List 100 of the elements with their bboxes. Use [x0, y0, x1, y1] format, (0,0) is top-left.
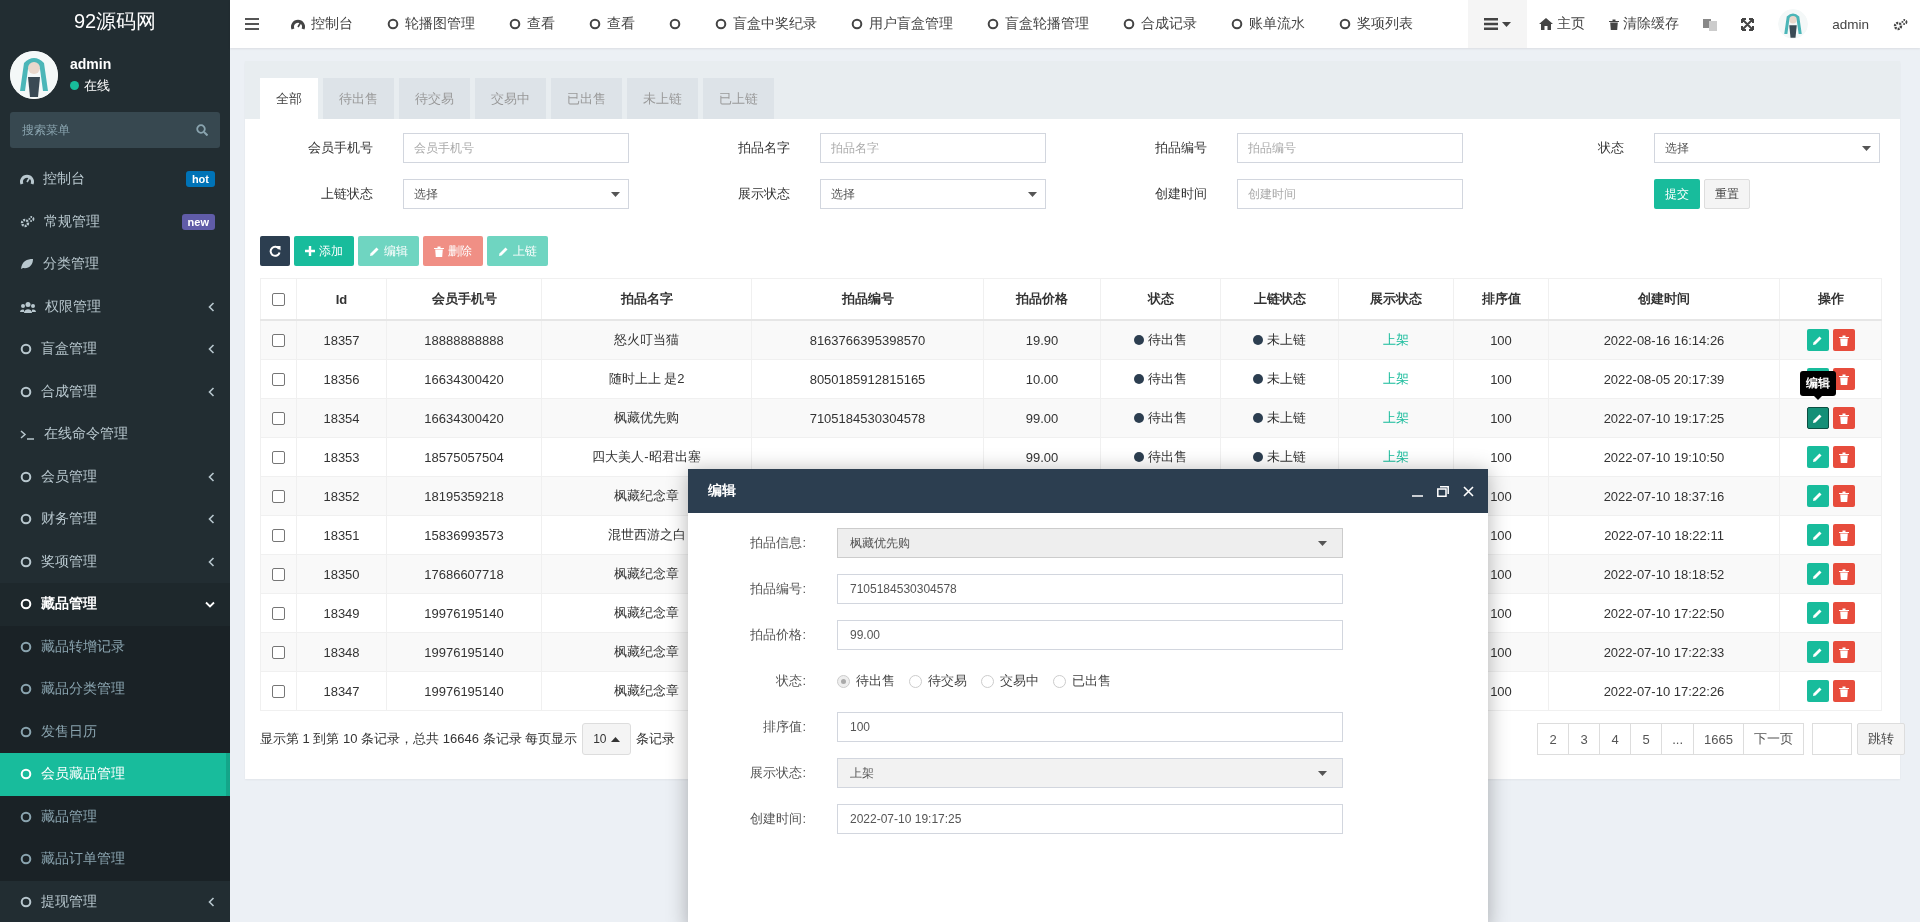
column-header: 会员手机号: [431, 290, 497, 308]
field-label: 拍品信息:: [749, 534, 806, 552]
nav-tab[interactable]: 查看: [492, 0, 572, 48]
table-cell: 18356: [323, 371, 360, 387]
menu-item[interactable]: 盲盒管理: [0, 328, 230, 371]
radio-label: 交易中: [1000, 672, 1039, 690]
toolbar-button[interactable]: 主页: [1527, 0, 1598, 48]
badge: new: [181, 213, 215, 230]
nav-tab[interactable]: 控制台: [274, 0, 370, 48]
radio-label: 待交易: [928, 672, 967, 690]
page-button[interactable]: 2: [1537, 723, 1570, 755]
page-button[interactable]: 5: [1630, 723, 1663, 755]
page-button[interactable]: 3: [1568, 723, 1601, 755]
submenu-item[interactable]: 发售日历: [0, 710, 230, 753]
filter-tab[interactable]: 全部: [260, 78, 318, 119]
table-cell: 18357: [323, 332, 360, 348]
table-cell: 18354: [323, 410, 360, 426]
table-cell: 100: [1490, 527, 1512, 543]
menu-item[interactable]: 权限管理: [0, 285, 230, 328]
toolbar-button[interactable]: 清除缓存: [1597, 0, 1692, 48]
select-field[interactable]: 选择: [403, 179, 629, 209]
radio-label: 待出售: [856, 672, 895, 690]
jump-button[interactable]: 跳转: [1857, 723, 1905, 755]
field-label: 拍品价格:: [749, 626, 806, 644]
display-status: 上架: [1383, 370, 1409, 388]
menu-item[interactable]: 合成管理: [0, 370, 230, 413]
select-field[interactable]: 选择: [1654, 133, 1880, 163]
menu-item[interactable]: 控制台 hot: [0, 158, 230, 201]
table-cell: 2022-07-10 19:17:25: [1603, 410, 1725, 426]
submenu-item[interactable]: 藏品管理: [0, 795, 230, 838]
field-label: 展示状态: [737, 185, 790, 203]
menu-item[interactable]: 分类管理: [0, 243, 230, 286]
select-field[interactable]: 选择: [820, 179, 1046, 209]
menu-item[interactable]: 藏品管理: [0, 583, 230, 626]
display-status: 上架: [1383, 331, 1409, 349]
table-cell: 7105184530304578: [809, 410, 926, 426]
table-cell: 19976195140: [424, 644, 504, 660]
form-button[interactable]: 重置: [1704, 179, 1750, 209]
menu-item[interactable]: 常规管理 new: [0, 200, 230, 243]
table-cell: 混世西游之白: [607, 526, 686, 544]
table-cell: 2022-08-05 20:17:39: [1603, 371, 1725, 387]
column-header: 操作: [1817, 290, 1844, 308]
menu-item[interactable]: 提现管理: [0, 880, 230, 922]
nav-tab[interactable]: 轮播图管理: [370, 0, 492, 48]
pagination-suffix: 条记录: [636, 730, 676, 748]
table-cell: 8163766395398570: [809, 332, 926, 348]
input-field[interactable]: 拍品名字: [820, 133, 1046, 163]
nav-tab[interactable]: 查看: [572, 0, 652, 48]
toolbar-button[interactable]: admin: [1766, 0, 1881, 48]
page-button[interactable]: 1665: [1693, 723, 1744, 755]
table-cell: 18351: [323, 527, 360, 543]
page-button[interactable]: 下一页: [1743, 723, 1804, 755]
nav-tab[interactable]: 用户盲盒管理: [834, 0, 970, 48]
search-field[interactable]: 搜索菜单: [10, 112, 220, 148]
column-header: 拍品价格: [1016, 290, 1068, 308]
menu-item[interactable]: 奖项管理: [0, 540, 230, 583]
select-field[interactable]: 枫藏优先购: [837, 528, 1343, 558]
nav-tab[interactable]: 账单流水: [1214, 0, 1322, 48]
column-header: 拍品编号: [841, 290, 894, 308]
menu-item[interactable]: 在线命令管理: [0, 413, 230, 456]
page-button[interactable]: ...: [1661, 723, 1695, 755]
input-field[interactable]: 拍品编号: [1237, 133, 1463, 163]
menu-item[interactable]: 会员管理: [0, 455, 230, 498]
column-header: 拍品名字: [620, 290, 673, 308]
submenu-item[interactable]: 藏品转增记录: [0, 625, 230, 668]
table-cell: 2022-07-10 17:22:50: [1603, 605, 1725, 621]
table-cell: 100: [1490, 332, 1512, 348]
table-cell: 18888888888: [424, 332, 504, 348]
nav-tab[interactable]: 盲盒轮播管理: [970, 0, 1106, 48]
submenu-item[interactable]: 藏品订单管理: [0, 838, 230, 881]
page-button[interactable]: 4: [1599, 723, 1632, 755]
input-field[interactable]: 99.00: [837, 620, 1343, 650]
table-cell: 17686607718: [424, 566, 504, 582]
table-cell: 100: [1490, 488, 1512, 504]
field-label: 拍品名字: [737, 139, 790, 157]
status-label: 未上链: [1253, 370, 1306, 388]
column-header: 上链状态: [1253, 290, 1306, 308]
nav-tab[interactable]: 奖项列表: [1322, 0, 1430, 48]
select-field[interactable]: 上架: [837, 758, 1343, 788]
nav-tab[interactable]: 合成记录: [1106, 0, 1214, 48]
table-cell: 2022-07-10 18:18:52: [1603, 566, 1725, 582]
input-field[interactable]: 创建时间: [1237, 179, 1463, 209]
column-header: 创建时间: [1638, 290, 1690, 308]
table-cell: 18195359218: [424, 488, 504, 504]
input-field[interactable]: 2022-07-10 19:17:25: [837, 804, 1343, 834]
input-field[interactable]: 7105184530304578: [837, 574, 1343, 604]
nav-tab[interactable]: 盲盒中奖纪录: [698, 0, 834, 48]
menu-item[interactable]: 财务管理: [0, 498, 230, 541]
table-cell: 随时上上 是2: [608, 370, 685, 388]
input-field[interactable]: 会员手机号: [403, 133, 629, 163]
page-size-button[interactable]: 10: [582, 723, 632, 755]
table-cell: 2022-07-10 19:10:50: [1603, 449, 1725, 465]
column-header: 状态: [1147, 290, 1174, 308]
field-label: 拍品编号: [1154, 139, 1207, 157]
input-field[interactable]: 100: [837, 712, 1343, 742]
field-label: 状态: [1597, 139, 1624, 157]
table-cell: 四大美人-昭君出塞: [592, 448, 701, 466]
dialog-title: 编辑: [708, 482, 737, 500]
submenu-item[interactable]: 藏品分类管理: [0, 668, 230, 711]
table-cell: 枫藏纪念章: [614, 643, 679, 661]
